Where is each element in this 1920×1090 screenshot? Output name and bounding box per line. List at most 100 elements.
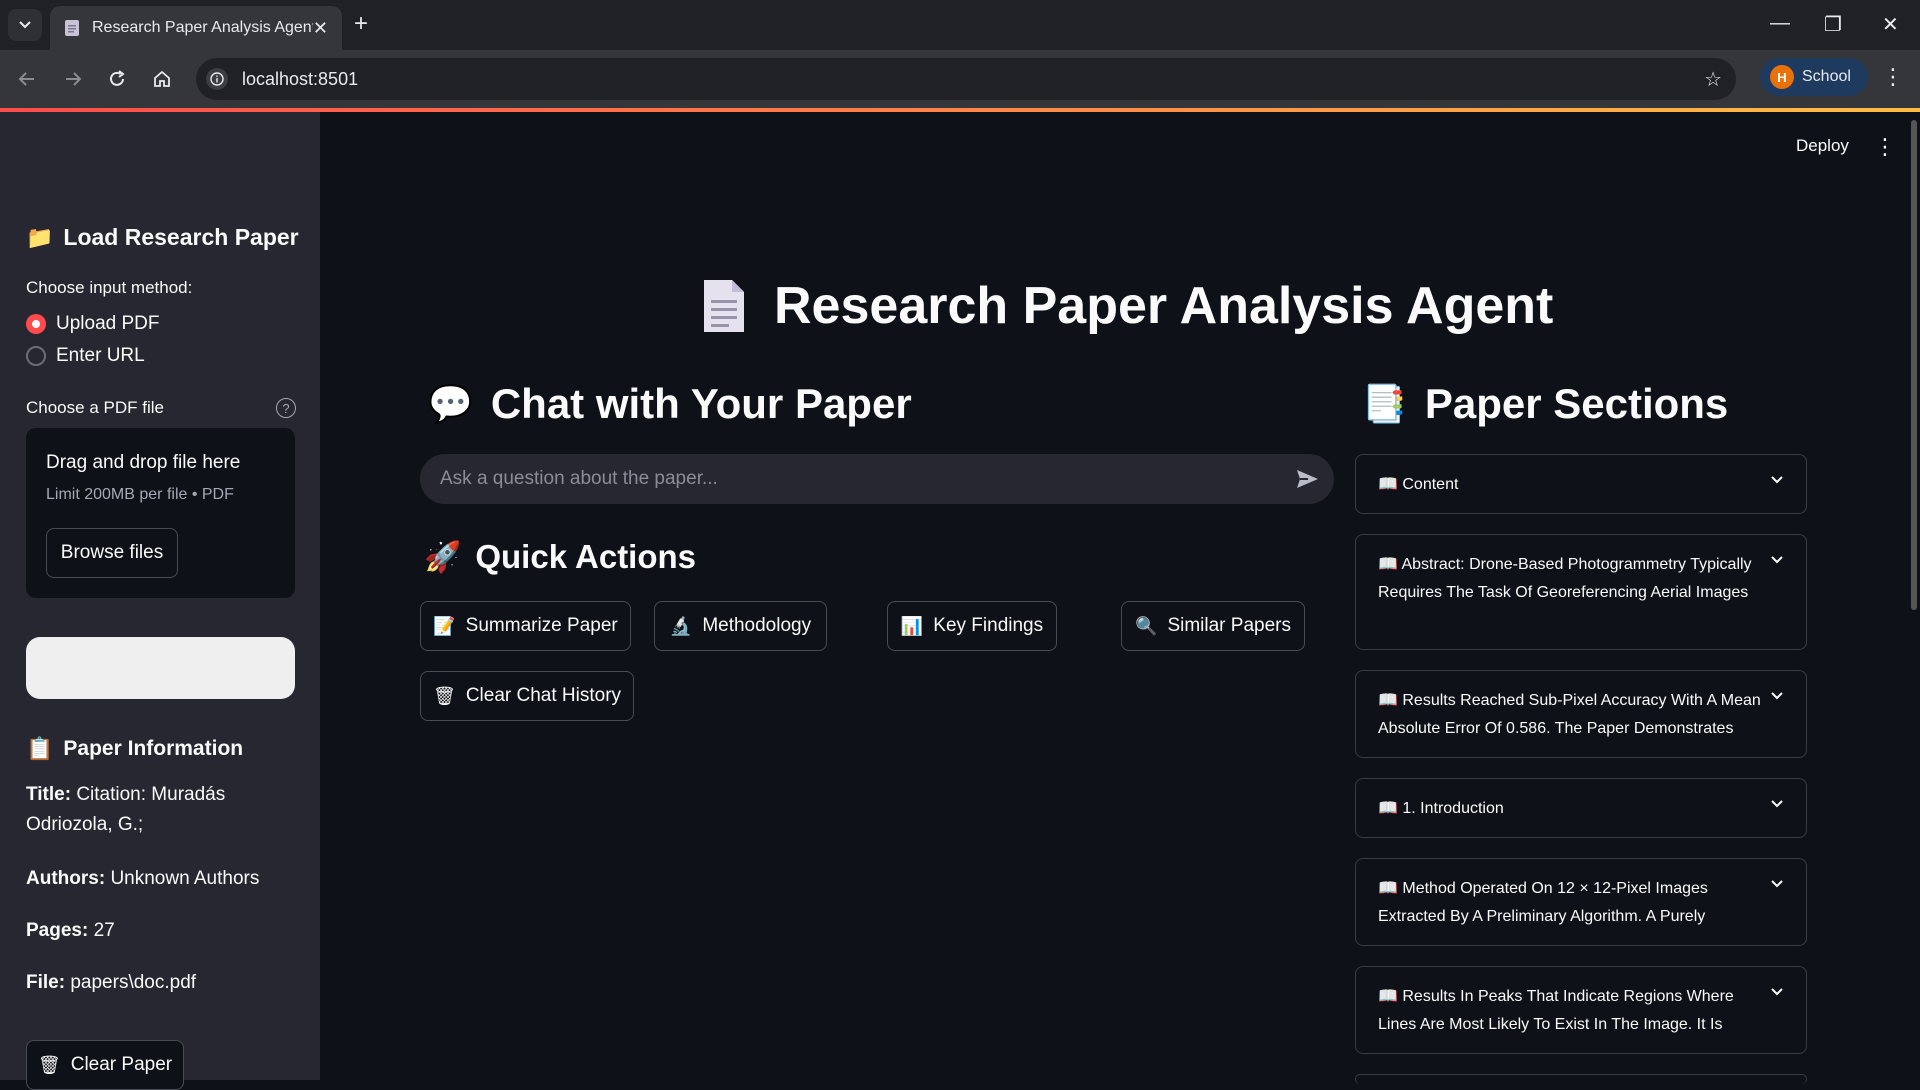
- arrow-left-icon: [18, 72, 34, 86]
- site-info-icon[interactable]: [206, 68, 228, 90]
- section-expander[interactable]: 📖 Abstract: Drone-Based Photogrammetry T…: [1355, 534, 1807, 650]
- authors-key: Authors:: [26, 868, 106, 889]
- chat-input[interactable]: Ask a question about the paper...: [420, 454, 1334, 504]
- input-method-label: Choose input method:: [26, 278, 193, 297]
- tab-search-button[interactable]: [8, 9, 42, 41]
- new-tab-button[interactable]: +: [354, 12, 368, 36]
- section-expander[interactable]: 📖 Content: [1355, 454, 1807, 514]
- forward-button[interactable]: [58, 64, 88, 94]
- wastebasket-icon: 🗑: [432, 685, 456, 706]
- similar-papers-button[interactable]: 🔍 Similar Papers: [1121, 601, 1305, 651]
- chevron-down-icon: [19, 21, 31, 29]
- arrow-right-icon: [66, 72, 82, 86]
- url-text: localhost:8501: [242, 69, 359, 89]
- browser-tab-bar: Research Paper Analysis Agent ✕ + — ❐ ✕: [0, 0, 1920, 50]
- similar-papers-label: Similar Papers: [1167, 615, 1291, 636]
- minimize-icon[interactable]: —: [1770, 12, 1790, 35]
- document-icon: [704, 280, 744, 332]
- file-value: papers\doc.pdf: [70, 972, 197, 993]
- methodology-button[interactable]: 🔬 Methodology: [654, 601, 827, 651]
- key-findings-label: Key Findings: [933, 615, 1044, 636]
- radio-label: Enter URL: [56, 345, 145, 366]
- rocket-icon: 🚀: [424, 540, 462, 574]
- home-icon: [154, 70, 170, 87]
- window-close-icon[interactable]: ✕: [1882, 12, 1899, 37]
- chat-placeholder: Ask a question about the paper...: [440, 468, 718, 489]
- bar-chart-icon: 📊: [900, 615, 924, 636]
- browse-files-button[interactable]: Browse files: [46, 528, 178, 578]
- clear-chat-history-button[interactable]: 🗑 Clear Chat History: [420, 671, 634, 721]
- speech-bubble-icon: 💬: [428, 383, 473, 424]
- section-title: 📖 Results In Peaks That Indicate Regions…: [1378, 988, 1734, 1033]
- pages-key: Pages:: [26, 920, 89, 941]
- browser-tab[interactable]: Research Paper Analysis Agent ✕: [50, 6, 342, 50]
- file-key: File:: [26, 972, 66, 993]
- section-title-text: Abstract: Drone-Based Photogrammetry Typ…: [1378, 556, 1752, 601]
- sidebar: 📁 Load Research Paper Choose input metho…: [0, 112, 320, 1090]
- send-icon[interactable]: [1294, 466, 1320, 492]
- browser-toolbar: localhost:8501 ☆: [0, 50, 1920, 108]
- section-expander[interactable]: 📖 Results In Peaks That Indicate Regions…: [1355, 966, 1807, 1054]
- dropzone-title: Drag and drop file here: [46, 452, 241, 473]
- avatar: H: [1770, 65, 1794, 89]
- deploy-button[interactable]: Deploy: [1796, 136, 1849, 156]
- radio-label: Upload PDF: [56, 313, 160, 334]
- paper-file-info: File: papers\doc.pdf: [26, 968, 296, 998]
- clear-paper-button[interactable]: 🗑 Clear Paper: [26, 1040, 184, 1090]
- radio-unselected-icon: [26, 346, 46, 366]
- chevron-down-icon: [1771, 556, 1783, 564]
- back-button[interactable]: [12, 64, 42, 94]
- section-expander[interactable]: 📖 1. Introduction: [1355, 778, 1807, 838]
- authors-value: Unknown Authors: [110, 868, 260, 889]
- section-title: 📖 Method Operated On 12 × 12-Pixel Image…: [1378, 880, 1708, 925]
- pages-value: 27: [93, 920, 115, 941]
- folder-icon: 📁: [26, 224, 54, 250]
- radio-enter-url[interactable]: Enter URL: [26, 345, 145, 367]
- browser-menu-icon[interactable]: ⋮: [1882, 64, 1904, 90]
- memo-icon: 📋: [26, 736, 54, 761]
- home-button[interactable]: [147, 64, 177, 94]
- dropzone-limit: Limit 200MB per file • PDF: [46, 486, 234, 503]
- file-dropzone[interactable]: Drag and drop file here Limit 200MB per …: [26, 428, 295, 598]
- paper-sections-heading-text: Paper Sections: [1424, 380, 1729, 427]
- restore-icon[interactable]: ❐: [1824, 12, 1842, 37]
- clear-paper-label: Clear Paper: [70, 1054, 173, 1075]
- summarize-paper-button[interactable]: 📝 Summarize Paper: [420, 601, 631, 651]
- file-label: Choose a PDF file: [26, 398, 164, 417]
- quick-actions-heading-text: Quick Actions: [475, 538, 697, 575]
- document-icon: [65, 20, 79, 36]
- chevron-down-icon: [1771, 800, 1783, 808]
- main-scrollbar[interactable]: [1908, 112, 1920, 1080]
- microscope-icon: 🔬: [669, 615, 693, 636]
- chevron-down-icon: [1771, 988, 1783, 996]
- help-icon[interactable]: ?: [276, 398, 296, 418]
- paper-info-heading-text: Paper Information: [63, 737, 244, 760]
- profile-name: School: [1802, 68, 1851, 85]
- summarize-label: Summarize Paper: [465, 615, 618, 636]
- main-menu-icon[interactable]: ⋮: [1874, 134, 1896, 160]
- chevron-down-icon: [1771, 476, 1783, 484]
- reload-button[interactable]: [102, 64, 132, 94]
- sidebar-blank-widget[interactable]: [26, 637, 295, 699]
- page-title: Research Paper Analysis Agent: [700, 276, 1553, 336]
- wastebasket-icon: 🗑: [37, 1054, 61, 1075]
- close-tab-icon[interactable]: ✕: [313, 18, 328, 39]
- radio-upload-pdf[interactable]: Upload PDF: [26, 313, 160, 335]
- quick-actions-heading: 🚀 Quick Actions: [424, 538, 696, 576]
- methodology-label: Methodology: [702, 615, 812, 636]
- section-expander-partial[interactable]: [1355, 1074, 1807, 1084]
- paper-sections-heading: 📑 Paper Sections: [1362, 380, 1728, 428]
- section-expander[interactable]: 📖 Method Operated On 12 × 12-Pixel Image…: [1355, 858, 1807, 946]
- chevron-down-icon: [1771, 692, 1783, 700]
- load-paper-heading: 📁 Load Research Paper: [26, 224, 299, 251]
- bookmark-star-icon[interactable]: ☆: [1704, 67, 1722, 92]
- paper-title-info: Title: Citation: Muradás Odriozola, G.;: [26, 780, 296, 840]
- section-title: 📖 Abstract: Drone-Based Photogrammetry T…: [1378, 556, 1752, 601]
- magnifier-icon: 🔍: [1135, 615, 1158, 636]
- scrollbar-thumb[interactable]: [1911, 120, 1917, 610]
- key-findings-button[interactable]: 📊 Key Findings: [887, 601, 1057, 651]
- section-expander[interactable]: 📖 Results Reached Sub-Pixel Accuracy Wit…: [1355, 670, 1807, 758]
- address-bar[interactable]: localhost:8501 ☆: [196, 58, 1736, 100]
- section-title-text: Results In Peaks That Indicate Regions W…: [1378, 988, 1734, 1033]
- profile-button[interactable]: H School: [1760, 58, 1868, 96]
